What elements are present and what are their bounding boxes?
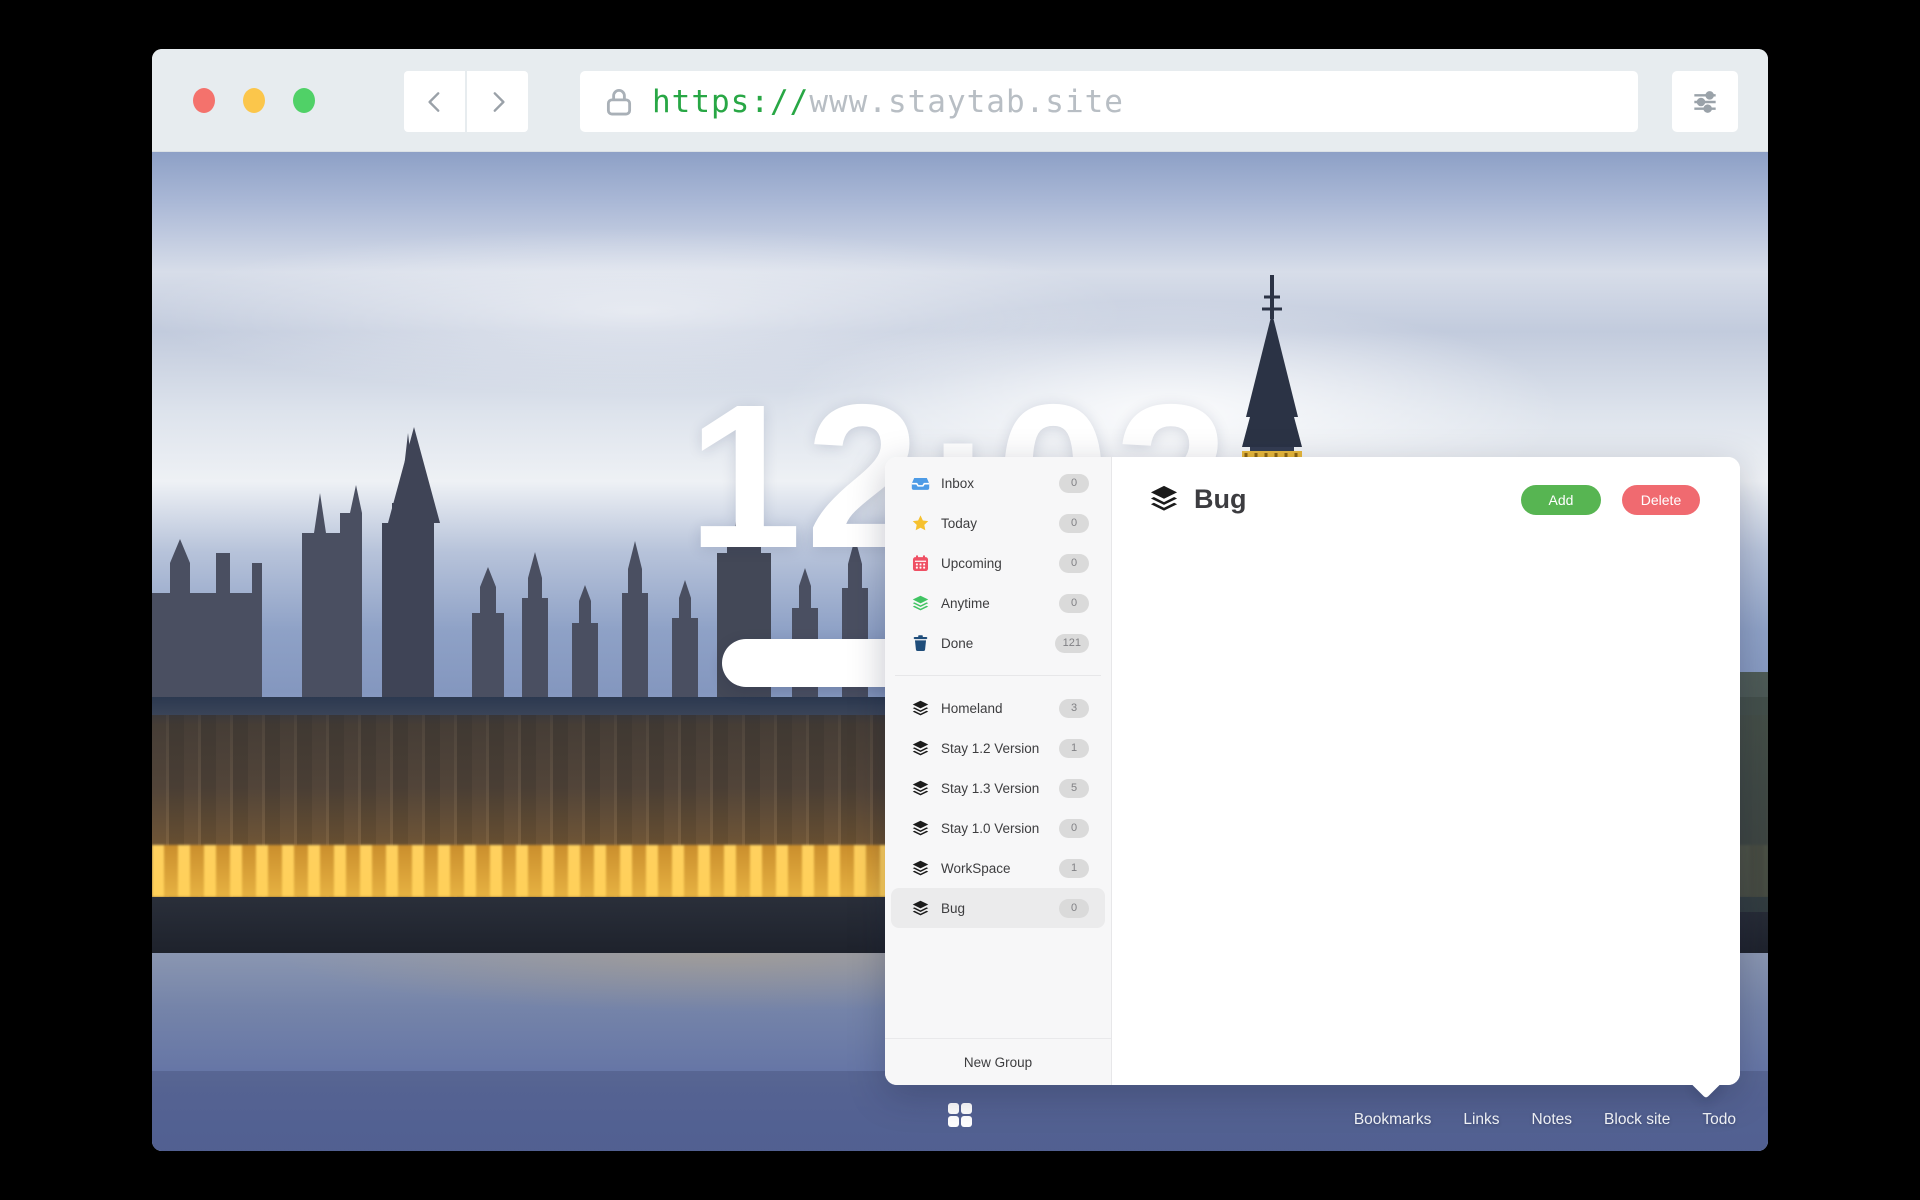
back-button[interactable] xyxy=(404,71,465,132)
nav-buttons xyxy=(404,71,528,132)
add-button[interactable]: Add xyxy=(1521,485,1601,515)
browser-chrome: https://www.staytab.site xyxy=(152,49,1768,152)
count-badge: 1 xyxy=(1059,739,1089,758)
footer-link-todo[interactable]: Todo xyxy=(1702,1111,1736,1129)
layers-green-icon xyxy=(911,594,930,613)
list-header: Bug xyxy=(1148,483,1246,515)
todo-main-panel: Bug Add Delete xyxy=(1112,457,1740,1085)
layers-icon xyxy=(911,699,930,718)
count-badge: 0 xyxy=(1059,474,1089,493)
todo-sidebar: Inbox 0 Today 0 Upcoming xyxy=(885,457,1112,1085)
new-group-button[interactable]: New Group xyxy=(885,1038,1111,1085)
sidebar-divider xyxy=(895,675,1101,676)
sidebar-item-today[interactable]: Today 0 xyxy=(891,503,1105,543)
layers-icon xyxy=(911,819,930,838)
minimize-button[interactable] xyxy=(243,88,265,113)
todo-popup: Inbox 0 Today 0 Upcoming xyxy=(885,457,1740,1085)
url-scheme: https:// xyxy=(652,84,809,120)
layers-icon xyxy=(911,899,930,918)
group-lists: Homeland 3 Stay 1.2 Version 1 xyxy=(885,688,1111,928)
sidebar-group-bug[interactable]: Bug 0 xyxy=(891,888,1105,928)
settings-button[interactable] xyxy=(1672,71,1738,132)
url-host: www.staytab.site xyxy=(809,84,1124,120)
calendar-icon xyxy=(911,554,930,573)
layers-icon xyxy=(911,859,930,878)
desktop-background: https://www.staytab.site xyxy=(0,0,1920,1200)
inbox-icon xyxy=(911,474,930,493)
footer-link-blocksite[interactable]: Block site xyxy=(1604,1111,1670,1129)
browser-window: https://www.staytab.site xyxy=(152,49,1768,1151)
trash-icon xyxy=(911,634,930,653)
sidebar-group-stay13[interactable]: Stay 1.3 Version 5 xyxy=(891,768,1105,808)
footer-link-links[interactable]: Links xyxy=(1463,1111,1499,1129)
count-badge: 0 xyxy=(1059,819,1089,838)
sidebar-item-upcoming[interactable]: Upcoming 0 xyxy=(891,543,1105,583)
lock-icon xyxy=(602,82,636,122)
sidebar-group-stay12[interactable]: Stay 1.2 Version 1 xyxy=(891,728,1105,768)
list-title: Bug xyxy=(1194,484,1246,515)
close-button[interactable] xyxy=(193,88,215,113)
layers-icon xyxy=(1148,483,1180,515)
star-icon xyxy=(911,514,930,533)
sidebar-item-anytime[interactable]: Anytime 0 xyxy=(891,583,1105,623)
sidebar-item-inbox[interactable]: Inbox 0 xyxy=(891,463,1105,503)
sidebar-group-stay10[interactable]: Stay 1.0 Version 0 xyxy=(891,808,1105,848)
delete-button[interactable]: Delete xyxy=(1622,485,1700,515)
count-badge: 1 xyxy=(1059,859,1089,878)
grid-icon[interactable] xyxy=(946,1101,974,1129)
count-badge: 0 xyxy=(1059,899,1089,918)
footer-link-bookmarks[interactable]: Bookmarks xyxy=(1354,1111,1432,1129)
count-badge: 121 xyxy=(1055,634,1089,653)
sidebar-group-homeland[interactable]: Homeland 3 xyxy=(891,688,1105,728)
smart-lists: Inbox 0 Today 0 Upcoming xyxy=(885,463,1111,928)
forward-button[interactable] xyxy=(467,71,528,132)
count-badge: 0 xyxy=(1059,594,1089,613)
sliders-icon xyxy=(1689,86,1721,118)
count-badge: 0 xyxy=(1059,514,1089,533)
address-bar[interactable]: https://www.staytab.site xyxy=(580,71,1638,132)
count-badge: 3 xyxy=(1059,699,1089,718)
count-badge: 0 xyxy=(1059,554,1089,573)
list-actions: Add Delete xyxy=(1521,485,1700,515)
chevron-left-icon xyxy=(422,89,448,115)
layers-icon xyxy=(911,739,930,758)
zoom-button[interactable] xyxy=(293,88,315,113)
footer-link-notes[interactable]: Notes xyxy=(1532,1111,1573,1129)
layers-icon xyxy=(911,779,930,798)
url-text: https://www.staytab.site xyxy=(652,84,1124,120)
chevron-right-icon xyxy=(485,89,511,115)
footer-menu: Bookmarks Links Notes Block site Todo xyxy=(1354,1111,1736,1129)
traffic-lights xyxy=(193,88,315,113)
count-badge: 5 xyxy=(1059,779,1089,798)
sidebar-group-workspace[interactable]: WorkSpace 1 xyxy=(891,848,1105,888)
sidebar-item-done[interactable]: Done 121 xyxy=(891,623,1105,663)
